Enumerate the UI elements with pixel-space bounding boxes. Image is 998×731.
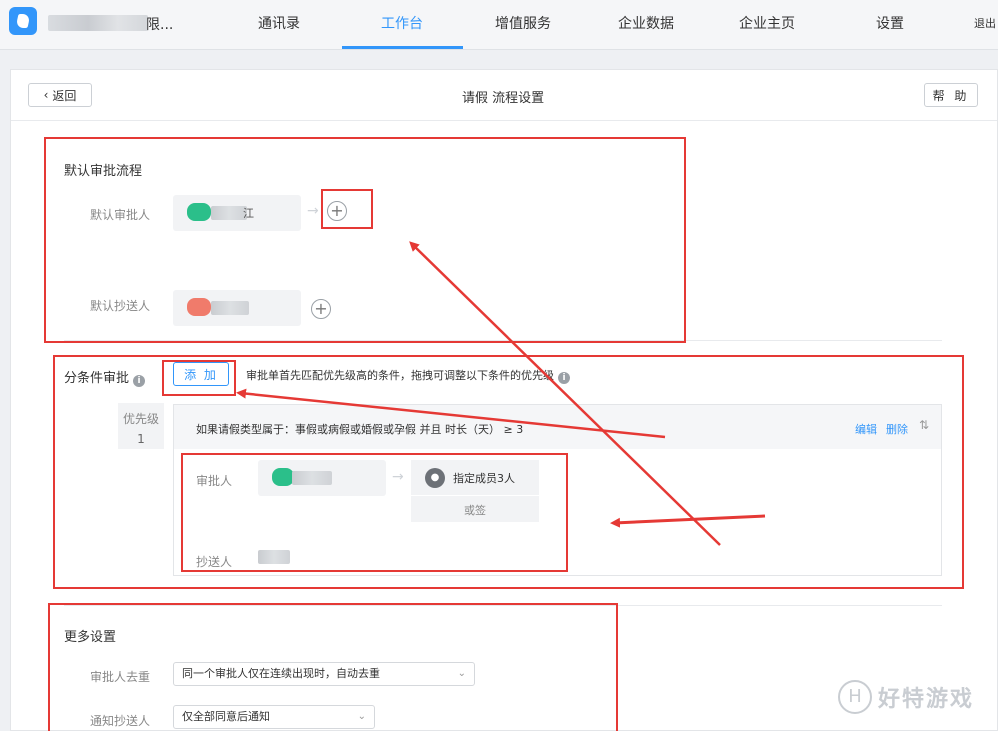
annotation-box-default-flow xyxy=(44,137,686,343)
logout-link[interactable]: 退出 xyxy=(974,15,996,31)
annotation-box-plus xyxy=(321,189,373,229)
back-button-label: 返回 xyxy=(52,88,77,103)
watermark: H 好特游戏 xyxy=(838,680,974,714)
nav-enterprise-homepage[interactable]: 企业主页 xyxy=(739,13,795,33)
back-button[interactable]: ‹ 返回 xyxy=(28,83,92,107)
nav-value-added-services[interactable]: 增值服务 xyxy=(495,13,551,33)
header-divider xyxy=(11,120,997,121)
help-button[interactable]: 帮 助 xyxy=(924,83,978,107)
watermark-text: 好特游戏 xyxy=(878,687,975,712)
company-name-blurred xyxy=(48,15,148,31)
active-tab-indicator xyxy=(342,46,463,49)
nav-settings[interactable]: 设置 xyxy=(876,13,904,33)
nav-enterprise-data[interactable]: 企业数据 xyxy=(618,13,674,33)
page-title: 请假 流程设置 xyxy=(462,91,545,106)
watermark-logo-icon: H xyxy=(838,680,872,714)
annotation-box-more-settings xyxy=(48,603,618,731)
nav-workbench[interactable]: 工作台 xyxy=(381,13,423,33)
app-logo-icon[interactable] xyxy=(9,7,37,35)
annotation-box-add xyxy=(162,360,236,396)
annotation-box-condition-detail xyxy=(181,453,568,572)
chevron-left-icon: ‹ xyxy=(43,88,49,102)
company-name[interactable]: 限... xyxy=(146,14,173,34)
top-nav: 限... 通讯录 工作台 增值服务 企业数据 企业主页 设置 退出 xyxy=(0,0,998,50)
nav-contacts[interactable]: 通讯录 xyxy=(258,13,300,33)
